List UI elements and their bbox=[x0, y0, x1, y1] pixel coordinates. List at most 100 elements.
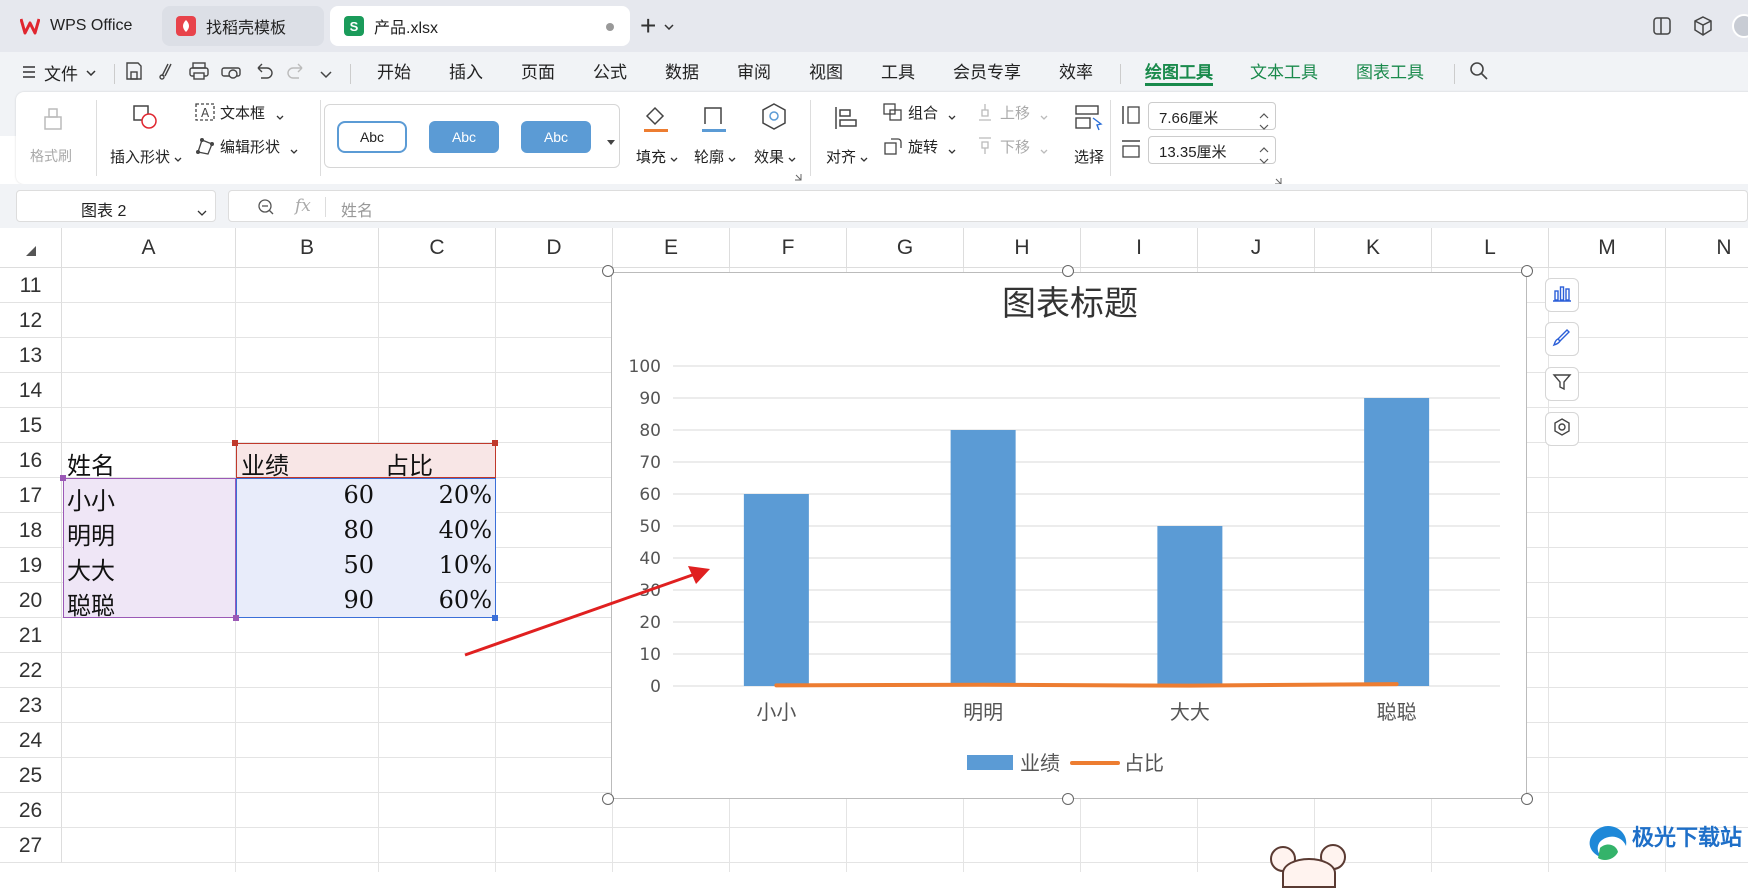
tab-docer[interactable]: 找稻壳模板 bbox=[162, 6, 324, 46]
cell-header-ratio[interactable]: 占比 bbox=[385, 446, 433, 481]
cell-name[interactable]: 小小 bbox=[67, 481, 115, 516]
cell-performance[interactable]: 90 bbox=[240, 586, 374, 614]
menu-data[interactable]: 数据 bbox=[665, 60, 699, 86]
resize-handle[interactable] bbox=[602, 793, 614, 805]
row-header-27[interactable]: 27 bbox=[0, 828, 62, 863]
style-outline-preset[interactable]: Abc bbox=[337, 121, 407, 153]
style-fill-preset[interactable]: Abc bbox=[429, 121, 499, 153]
cell-name[interactable]: 聪聪 bbox=[67, 586, 115, 621]
row-header-11[interactable]: 11 bbox=[0, 268, 62, 303]
row-header-25[interactable]: 25 bbox=[0, 758, 62, 793]
shape-height-input[interactable]: 7.66厘米 bbox=[1148, 102, 1276, 130]
column-header-j[interactable]: J bbox=[1198, 228, 1315, 268]
menu-home[interactable]: 开始 bbox=[377, 60, 411, 86]
gallery-more-icon[interactable] bbox=[607, 133, 615, 151]
tab-product-xlsx[interactable]: S 产品.xlsx bbox=[330, 6, 630, 46]
menu-chart-tools[interactable]: 图表工具 bbox=[1356, 60, 1424, 86]
row-header-17[interactable]: 17 bbox=[0, 478, 62, 513]
avatar[interactable] bbox=[1732, 14, 1748, 38]
row-header-18[interactable]: 18 bbox=[0, 513, 62, 548]
format-painter-button[interactable]: 格式刷 bbox=[30, 100, 74, 176]
print-preview-icon[interactable] bbox=[220, 60, 242, 87]
text-box-button[interactable]: A 文本框 bbox=[194, 102, 286, 124]
column-header-c[interactable]: C bbox=[379, 228, 496, 268]
menu-insert[interactable]: 插入 bbox=[449, 60, 483, 86]
resize-handle[interactable] bbox=[1521, 265, 1533, 277]
resize-handle[interactable] bbox=[602, 265, 614, 277]
resize-handle[interactable] bbox=[1062, 793, 1074, 805]
align-button[interactable]: 对齐 bbox=[824, 100, 870, 176]
menu-formula[interactable]: 公式 bbox=[593, 60, 627, 86]
effect-button[interactable]: 效果 bbox=[748, 100, 798, 176]
send-backward-button[interactable]: 下移 bbox=[974, 136, 1054, 158]
column-header-m[interactable]: M bbox=[1549, 228, 1666, 268]
tablet-mode-icon[interactable] bbox=[1652, 16, 1672, 41]
row-header-13[interactable]: 13 bbox=[0, 338, 62, 373]
row-header-24[interactable]: 24 bbox=[0, 723, 62, 758]
zoom-formula-icon[interactable] bbox=[257, 198, 275, 221]
column-header-n[interactable]: N bbox=[1666, 228, 1748, 268]
search-icon[interactable] bbox=[1468, 60, 1490, 87]
print-icon[interactable] bbox=[188, 60, 210, 87]
column-header-b[interactable]: B bbox=[236, 228, 379, 268]
cell-name[interactable]: 大大 bbox=[67, 551, 115, 586]
row-header-15[interactable]: 15 bbox=[0, 408, 62, 443]
chart-filter-button[interactable] bbox=[1545, 367, 1579, 401]
save-icon[interactable] bbox=[124, 60, 144, 87]
resize-handle[interactable] bbox=[1521, 793, 1533, 805]
row-header-14[interactable]: 14 bbox=[0, 373, 62, 408]
group-button[interactable]: 组合 bbox=[882, 102, 962, 124]
cell-header-performance[interactable]: 业绩 bbox=[241, 446, 289, 481]
cell-name[interactable]: 明明 bbox=[67, 516, 115, 551]
fx-icon[interactable]: fx bbox=[295, 196, 311, 216]
range-handle[interactable] bbox=[232, 440, 238, 446]
chart-style-button[interactable] bbox=[1545, 322, 1579, 356]
menu-review[interactable]: 审阅 bbox=[737, 60, 771, 86]
tab-wps-office[interactable]: WPS Office bbox=[6, 6, 156, 46]
cell-ratio[interactable]: 40% bbox=[380, 516, 492, 544]
cube-icon[interactable] bbox=[1692, 15, 1714, 42]
menu-drawing-tools[interactable]: 绘图工具 bbox=[1145, 60, 1213, 86]
outline-button[interactable]: 轮廓 bbox=[690, 100, 736, 176]
rotate-button[interactable]: 旋转 bbox=[882, 136, 962, 158]
chevron-down-icon[interactable] bbox=[197, 203, 207, 221]
menu-tools[interactable]: 工具 bbox=[881, 60, 915, 86]
menu-page[interactable]: 页面 bbox=[521, 60, 555, 86]
file-menu[interactable]: 文件 bbox=[22, 60, 96, 85]
quick-access-more-icon[interactable] bbox=[320, 66, 332, 84]
column-header-d[interactable]: D bbox=[496, 228, 613, 268]
select-all-corner[interactable] bbox=[0, 228, 62, 268]
undo-icon[interactable] bbox=[254, 60, 274, 87]
new-tab-button[interactable]: + bbox=[640, 10, 690, 42]
column-header-l[interactable]: L bbox=[1432, 228, 1549, 268]
fill-button[interactable]: 填充 bbox=[634, 100, 678, 176]
column-header-a[interactable]: A bbox=[62, 228, 236, 268]
menu-member[interactable]: 会员专享 bbox=[953, 60, 1021, 86]
edit-shape-button[interactable]: 编辑形状 bbox=[194, 136, 298, 158]
column-header-h[interactable]: H bbox=[964, 228, 1081, 268]
spinner-down-icon[interactable] bbox=[1259, 118, 1269, 136]
row-header-26[interactable]: 26 bbox=[0, 793, 62, 828]
row-header-19[interactable]: 19 bbox=[0, 548, 62, 583]
range-handle[interactable] bbox=[233, 615, 239, 621]
resize-handle[interactable] bbox=[1062, 265, 1074, 277]
column-header-i[interactable]: I bbox=[1081, 228, 1198, 268]
row-header-20[interactable]: 20 bbox=[0, 583, 62, 618]
chart-elements-button[interactable] bbox=[1545, 278, 1579, 312]
row-header-16[interactable]: 16 bbox=[0, 443, 62, 478]
chart-settings-button[interactable] bbox=[1545, 412, 1579, 446]
row-header-21[interactable]: 21 bbox=[0, 618, 62, 653]
cell-performance[interactable]: 80 bbox=[240, 516, 374, 544]
column-header-e[interactable]: E bbox=[613, 228, 730, 268]
bring-forward-button[interactable]: 上移 bbox=[974, 102, 1054, 124]
row-header-12[interactable]: 12 bbox=[0, 303, 62, 338]
menu-text-tools[interactable]: 文本工具 bbox=[1250, 60, 1318, 86]
column-header-k[interactable]: K bbox=[1315, 228, 1432, 268]
name-box[interactable]: 图表 2 bbox=[16, 190, 216, 222]
select-button[interactable]: 选择 bbox=[1068, 100, 1108, 176]
menu-view[interactable]: 视图 bbox=[809, 60, 843, 86]
menu-efficiency[interactable]: 效率 bbox=[1059, 60, 1093, 86]
cell-performance[interactable]: 50 bbox=[240, 551, 374, 579]
row-header-23[interactable]: 23 bbox=[0, 688, 62, 723]
style-fill-preset-2[interactable]: Abc bbox=[521, 121, 591, 153]
